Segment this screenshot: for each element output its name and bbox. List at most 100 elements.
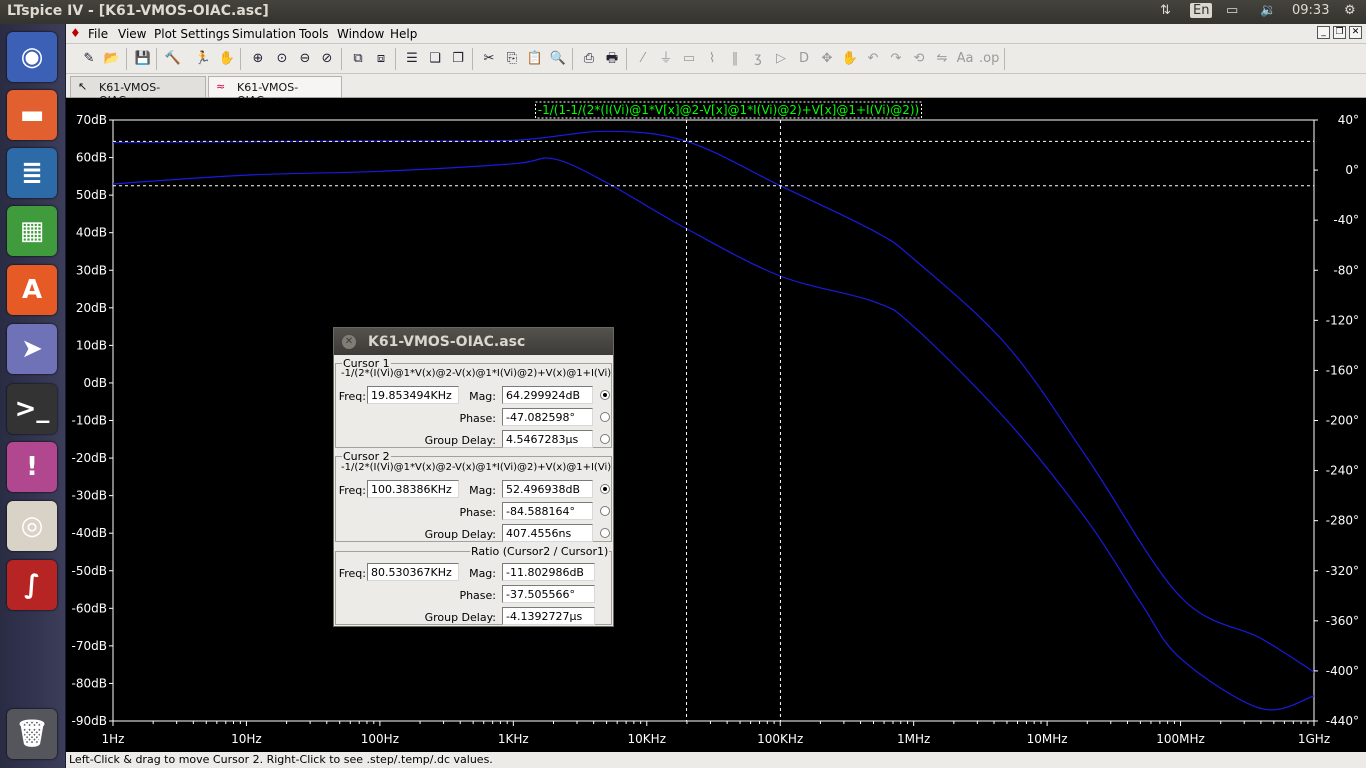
spice-directive-icon[interactable]: .op bbox=[979, 50, 999, 68]
left-tick-label: 0dB bbox=[84, 376, 107, 390]
ratio-group-delay-field[interactable]: -4.1392727µs bbox=[502, 607, 595, 625]
zoom-out-icon[interactable]: ⊖ bbox=[296, 50, 314, 68]
text-icon[interactable]: Aa bbox=[956, 50, 974, 68]
menu-tools[interactable]: Tools bbox=[299, 27, 329, 41]
menu-view[interactable]: View bbox=[118, 27, 146, 41]
freq-label: Freq: bbox=[338, 390, 366, 403]
print-preview-icon[interactable]: ⎙ bbox=[580, 50, 598, 68]
cursor2-freq-field[interactable]: 100.38386KHz bbox=[367, 480, 459, 498]
zoom-in-icon[interactable]: ⊕ bbox=[249, 50, 267, 68]
ratio-freq-field[interactable]: 80.530367KHz bbox=[367, 563, 459, 581]
gear-icon[interactable]: ⚙ bbox=[1344, 3, 1356, 18]
control-panel-icon[interactable]: 🔨 bbox=[164, 50, 182, 68]
tile-horizontal-icon[interactable]: ☰ bbox=[403, 50, 421, 68]
zoom-area-icon[interactable]: ⊙ bbox=[273, 50, 291, 68]
tab-schematic[interactable]: ↖ K61-VMOS-OIAC.asc bbox=[70, 76, 206, 107]
cut-icon[interactable]: ✂ bbox=[480, 50, 498, 68]
menu-file[interactable]: File bbox=[88, 27, 108, 41]
cursor2-expression: -1/(2*(I(Vi)@1*V(x)@2-V(x)@1*I(Vi)@2)+V(… bbox=[341, 462, 612, 473]
undo-icon[interactable]: ↶ bbox=[864, 50, 882, 68]
tab-waveform[interactable]: ≈ K61-VMOS-OIAC.asc bbox=[208, 76, 342, 107]
terminal-icon[interactable]: >_ bbox=[7, 384, 57, 434]
copy-icon[interactable]: ⎘ bbox=[503, 50, 521, 68]
screenshot-cursor-icon[interactable]: ➤ bbox=[7, 324, 57, 374]
cursor-icon[interactable]: ⧈ bbox=[372, 50, 390, 68]
autorange-icon[interactable]: ⧉ bbox=[349, 50, 367, 68]
cursor1-group: Cursor 1 -1/(2*(I(Vi)@1*V(x)@2-V(x)@1*I(… bbox=[335, 357, 612, 448]
tile-vertical-icon[interactable]: ❐ bbox=[449, 50, 467, 68]
run-icon[interactable]: 🏃 bbox=[194, 50, 212, 68]
paste-icon[interactable]: 📋 bbox=[526, 50, 544, 68]
app-icon[interactable]: ♦ bbox=[70, 26, 81, 40]
menu-plot-settings[interactable]: Plot Settings bbox=[154, 27, 230, 41]
redo-icon[interactable]: ↷ bbox=[887, 50, 905, 68]
cursor1-group-delay-radio[interactable] bbox=[600, 434, 610, 444]
clock[interactable]: 09:33 bbox=[1292, 3, 1329, 18]
capacitor-icon[interactable]: ‖ bbox=[726, 50, 744, 68]
ratio-phase-field[interactable]: -37.505566° bbox=[502, 585, 595, 603]
move-icon[interactable]: ✥ bbox=[818, 50, 836, 68]
cursor2-mag-field[interactable]: 52.496938dB bbox=[502, 480, 593, 498]
cursor1-group-delay-field[interactable]: 4.5467283µs bbox=[502, 430, 593, 448]
screenshot-cursor-icon-glyph: ➤ bbox=[21, 334, 43, 364]
cursor2-mag-radio[interactable] bbox=[600, 484, 610, 494]
menu-help[interactable]: Help bbox=[390, 27, 417, 41]
open-icon[interactable]: 📂 bbox=[103, 50, 121, 68]
cursor1-phase-field[interactable]: -47.082598° bbox=[502, 408, 593, 426]
minimize-icon[interactable]: _ bbox=[1317, 26, 1330, 39]
cursor1-mag-field[interactable]: 64.299924dB bbox=[502, 386, 593, 404]
ground-icon[interactable]: ⏚ bbox=[657, 50, 675, 68]
waveform-plot[interactable]: -1/(1-1/(2*(I(Vi)@1*V[x]@2-V[x]@1*I(Vi)@… bbox=[66, 99, 1366, 757]
find-icon[interactable]: 🔍 bbox=[549, 50, 567, 68]
trash-icon-glyph: 🗑 bbox=[15, 719, 49, 749]
launcher: ◉ ▬ ≣ ▦ A ➤ >_! ◎ ∫ 🗑 bbox=[0, 24, 66, 768]
label-icon[interactable]: ▭ bbox=[680, 50, 698, 68]
cursor1-phase-radio[interactable] bbox=[600, 412, 610, 422]
zoom-fit-icon[interactable]: ⊘ bbox=[318, 50, 336, 68]
calc-spreadsheet-icon[interactable]: ▦ bbox=[7, 206, 57, 256]
component-icon[interactable]: D bbox=[795, 50, 813, 68]
resistor-icon[interactable]: ⌇ bbox=[703, 50, 721, 68]
software-center-icon[interactable]: A bbox=[7, 265, 57, 315]
writer-document-icon[interactable]: ≣ bbox=[7, 148, 57, 198]
battery-icon[interactable]: ▭ bbox=[1226, 3, 1238, 18]
new-schematic-icon[interactable]: ✎ bbox=[80, 50, 98, 68]
pidgin-icon[interactable]: ! bbox=[7, 442, 57, 492]
ubuntu-logo-icon[interactable]: ◉ bbox=[7, 32, 57, 82]
cursor2-phase-radio[interactable] bbox=[600, 506, 610, 516]
cascade-icon[interactable]: ❏ bbox=[426, 50, 444, 68]
network-updown-icon[interactable]: ⇅ bbox=[1160, 3, 1171, 18]
cursor2-group-delay-field[interactable]: 407.4556ns bbox=[502, 524, 593, 542]
ltspice-icon[interactable]: ∫ bbox=[7, 560, 57, 610]
inductor-icon[interactable]: ʒ bbox=[749, 50, 767, 68]
restore-icon[interactable]: ❐ bbox=[1333, 26, 1346, 39]
window-title: LTspice IV - [K61-VMOS-OIAC.asc] bbox=[7, 3, 269, 19]
diode-icon[interactable]: ▷ bbox=[772, 50, 790, 68]
mirror-icon[interactable]: ⇋ bbox=[933, 50, 951, 68]
close-icon[interactable]: ✕ bbox=[342, 335, 356, 349]
save-icon[interactable]: 💾 bbox=[134, 50, 152, 68]
close-icon[interactable]: ✕ bbox=[1349, 26, 1362, 39]
ratio-mag-field[interactable]: -11.802986dB bbox=[502, 563, 595, 581]
trash-icon[interactable]: 🗑 bbox=[7, 709, 57, 759]
keyboard-layout-indicator[interactable]: En bbox=[1190, 3, 1213, 18]
cursor1-mag-radio[interactable] bbox=[600, 390, 610, 400]
print-icon[interactable]: 🖶 bbox=[603, 50, 621, 68]
halt-icon[interactable]: ✋ bbox=[218, 50, 236, 68]
files-folder-icon[interactable]: ▬ bbox=[7, 90, 57, 140]
dialog-titlebar[interactable]: ✕ K61-VMOS-OIAC.asc bbox=[334, 328, 613, 355]
freq-label: Freq: bbox=[338, 567, 366, 580]
cursor-dialog[interactable]: ✕ K61-VMOS-OIAC.asc Cursor 1 -1/(2*(I(Vi… bbox=[333, 327, 614, 627]
drag-icon[interactable]: ✋ bbox=[841, 50, 859, 68]
cursor2-group-delay-radio[interactable] bbox=[600, 528, 610, 538]
rotate-icon[interactable]: ⟲ bbox=[910, 50, 928, 68]
trace-label: -1/(1-1/(2*(I(Vi)@1*V[x]@2-V[x]@1*I(Vi)@… bbox=[538, 103, 920, 117]
menu-window[interactable]: Window bbox=[337, 27, 384, 41]
wire-icon[interactable]: ⁄ bbox=[634, 50, 652, 68]
x-tick-label: 10KHz bbox=[628, 732, 666, 746]
menu-simulation[interactable]: Simulation bbox=[232, 27, 296, 41]
cursor2-phase-field[interactable]: -84.588164° bbox=[502, 502, 593, 520]
cursor1-freq-field[interactable]: 19.853494KHz bbox=[367, 386, 459, 404]
volume-icon[interactable]: 🔉 bbox=[1260, 3, 1276, 18]
chrome-icon[interactable]: ◎ bbox=[7, 501, 57, 551]
